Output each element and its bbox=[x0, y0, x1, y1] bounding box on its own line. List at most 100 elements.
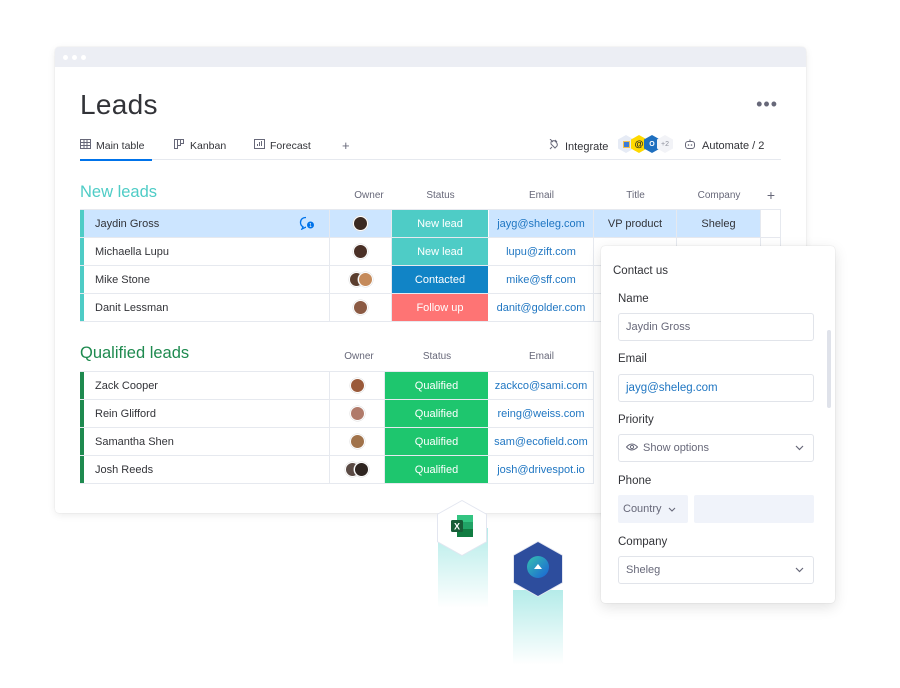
lead-name-cell[interactable]: Danit Lessman bbox=[84, 294, 330, 321]
email-cell[interactable]: jayg@sheleg.com bbox=[489, 210, 594, 237]
qualified-leads-table: Zack Cooper Qualified zackco@sami.com Re… bbox=[80, 371, 594, 484]
window-dot bbox=[81, 54, 86, 60]
edge-badge-frame bbox=[513, 541, 563, 597]
lead-name-cell[interactable]: Jaydin Gross 1 bbox=[84, 210, 330, 237]
email-cell[interactable]: danit@golder.com bbox=[489, 294, 594, 321]
page-title: Leads bbox=[80, 89, 158, 120]
tab-label: Kanban bbox=[190, 140, 227, 152]
column-header-status[interactable]: Status bbox=[385, 351, 489, 362]
automate-label: Automate / 2 bbox=[702, 140, 765, 152]
table-row[interactable]: Rein Glifford Qualified reing@weiss.com bbox=[80, 400, 594, 428]
add-view-button[interactable]: + bbox=[342, 138, 350, 153]
lead-name-cell[interactable]: Michaella Lupu bbox=[84, 238, 330, 265]
title-cell[interactable]: VP product bbox=[594, 210, 677, 237]
owner-cell[interactable] bbox=[330, 238, 392, 265]
column-header-status[interactable]: Status bbox=[392, 190, 489, 201]
status-badge[interactable]: Qualified bbox=[385, 428, 489, 455]
lead-name: Rein Glifford bbox=[95, 407, 156, 420]
email-cell[interactable]: sam@ecofield.com bbox=[489, 428, 594, 455]
group-title-qualified-leads[interactable]: Qualified leads bbox=[80, 344, 189, 363]
column-header-email[interactable]: Email bbox=[489, 190, 594, 201]
table-row[interactable]: Josh Reeds Qualified josh@drivespot.io bbox=[80, 456, 594, 484]
browser-icon bbox=[525, 554, 551, 585]
email-input[interactable]: jayg@sheleg.com bbox=[618, 374, 814, 402]
table-row[interactable]: Samantha Shen Qualified sam@ecofield.com bbox=[80, 428, 594, 456]
lead-name-cell[interactable]: Rein Glifford bbox=[84, 400, 330, 427]
phone-label: Phone bbox=[618, 475, 652, 487]
panel-scrollbar[interactable] bbox=[827, 330, 831, 408]
owner-cell[interactable] bbox=[330, 372, 385, 399]
owner-cell[interactable] bbox=[330, 456, 385, 483]
lead-name-cell[interactable]: Samantha Shen bbox=[84, 428, 330, 455]
avatar bbox=[349, 406, 365, 421]
lead-name: Michaella Lupu bbox=[95, 245, 169, 258]
chart-icon bbox=[254, 139, 265, 152]
email-cell[interactable]: mike@sff.com bbox=[489, 266, 594, 293]
name-label: Name bbox=[618, 293, 649, 305]
plug-icon bbox=[548, 138, 560, 154]
column-header-title[interactable]: Title bbox=[594, 190, 677, 201]
column-header-owner[interactable]: Owner bbox=[338, 190, 400, 201]
owner-cell[interactable] bbox=[330, 266, 392, 293]
avatar bbox=[354, 462, 369, 477]
email-cell[interactable]: reing@weiss.com bbox=[489, 400, 594, 427]
lead-name: Josh Reeds bbox=[95, 463, 154, 476]
column-header-owner[interactable]: Owner bbox=[328, 351, 390, 362]
avatar bbox=[357, 272, 373, 287]
edge-badge[interactable] bbox=[514, 542, 562, 596]
add-column-button[interactable]: + bbox=[761, 187, 781, 203]
country-value: Country bbox=[623, 503, 662, 515]
owner-cell[interactable] bbox=[330, 400, 385, 427]
status-badge[interactable]: Follow up bbox=[392, 294, 489, 321]
integrate-button[interactable]: Integrate bbox=[548, 138, 609, 154]
integration-icons[interactable]: @ O +2 bbox=[618, 135, 673, 153]
email-cell[interactable]: josh@drivespot.io bbox=[489, 456, 594, 483]
tab-label: Forecast bbox=[270, 139, 311, 152]
group-title-new-leads[interactable]: New leads bbox=[80, 183, 157, 202]
table-row[interactable]: Zack Cooper Qualified zackco@sami.com bbox=[80, 372, 594, 400]
owner-cell[interactable] bbox=[330, 428, 385, 455]
owner-cell[interactable] bbox=[330, 210, 392, 237]
owner-cell[interactable] bbox=[330, 294, 392, 321]
status-badge[interactable]: New lead bbox=[392, 210, 489, 237]
status-badge[interactable]: Qualified bbox=[385, 456, 489, 483]
status-badge[interactable]: New lead bbox=[392, 238, 489, 265]
tab-main-table[interactable]: Main table bbox=[80, 139, 153, 161]
company-select[interactable]: Sheleg bbox=[618, 556, 814, 584]
more-options-button[interactable]: ••• bbox=[756, 95, 778, 113]
company-cell[interactable]: Sheleg bbox=[677, 210, 761, 237]
chevron-down-icon bbox=[795, 443, 804, 453]
lead-name-cell[interactable]: Zack Cooper bbox=[84, 372, 330, 399]
integrate-label: Integrate bbox=[565, 140, 609, 153]
robot-icon bbox=[684, 139, 696, 153]
column-header-email[interactable]: Email bbox=[489, 351, 594, 362]
priority-value: Show options bbox=[643, 442, 710, 454]
tab-kanban[interactable]: Kanban bbox=[174, 139, 226, 153]
lead-name-cell[interactable]: Josh Reeds bbox=[84, 456, 330, 483]
lead-name: Danit Lessman bbox=[95, 301, 169, 314]
status-badge[interactable]: Contacted bbox=[392, 266, 489, 293]
automate-button[interactable]: Automate / 2 bbox=[684, 139, 764, 153]
panel-title: Contact us bbox=[613, 265, 668, 277]
status-badge[interactable]: Qualified bbox=[385, 400, 489, 427]
avatar bbox=[353, 300, 368, 315]
empty-cell bbox=[761, 210, 781, 237]
more-integrations-badge: +2 bbox=[657, 135, 673, 153]
priority-select[interactable]: Show options bbox=[618, 434, 814, 462]
lead-name-cell[interactable]: Mike Stone bbox=[84, 266, 330, 293]
phone-input[interactable] bbox=[694, 495, 814, 523]
name-input[interactable]: Jaydin Gross bbox=[618, 313, 814, 341]
table-row[interactable]: Jaydin Gross 1 New lead jayg@sheleg.com … bbox=[80, 210, 781, 238]
contact-form-panel: Contact us Name Jaydin Gross Email jayg@… bbox=[601, 246, 835, 603]
email-cell[interactable]: lupu@zift.com bbox=[489, 238, 594, 265]
chevron-down-icon bbox=[795, 565, 804, 575]
avatar bbox=[353, 244, 368, 259]
email-cell[interactable]: zackco@sami.com bbox=[489, 372, 594, 399]
tab-forecast[interactable]: Forecast bbox=[254, 139, 311, 152]
country-select[interactable]: Country bbox=[618, 495, 688, 523]
column-header-company[interactable]: Company bbox=[677, 190, 761, 201]
comment-icon[interactable]: 1 bbox=[299, 216, 315, 231]
lead-name: Zack Cooper bbox=[95, 379, 158, 392]
lead-name: Mike Stone bbox=[95, 273, 151, 286]
status-badge[interactable]: Qualified bbox=[385, 372, 489, 399]
